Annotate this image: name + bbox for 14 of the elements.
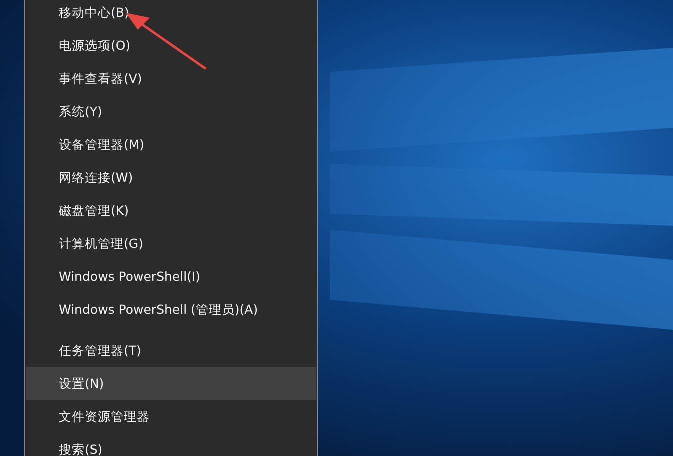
menu-item[interactable]: 磁盘管理(K): [26, 194, 316, 227]
menu-item[interactable]: 设备管理器(M): [26, 128, 316, 161]
menu-item[interactable]: 任务管理器(T): [26, 334, 316, 367]
menu-item[interactable]: 系统(Y): [26, 95, 316, 128]
menu-item[interactable]: 网络连接(W): [26, 161, 316, 194]
menu-item[interactable]: Windows PowerShell(I): [26, 260, 316, 293]
menu-item[interactable]: 设置(N): [26, 367, 316, 400]
menu-item[interactable]: 计算机管理(G): [26, 227, 316, 260]
menu-item[interactable]: Windows PowerShell (管理员)(A): [26, 293, 316, 326]
menu-item[interactable]: 移动中心(B): [26, 0, 316, 29]
menu-item[interactable]: 搜索(S): [26, 433, 316, 456]
menu-item[interactable]: 事件查看器(V): [26, 62, 316, 95]
menu-item[interactable]: 文件资源管理器: [26, 400, 316, 433]
menu-item[interactable]: 电源选项(O): [26, 29, 316, 62]
